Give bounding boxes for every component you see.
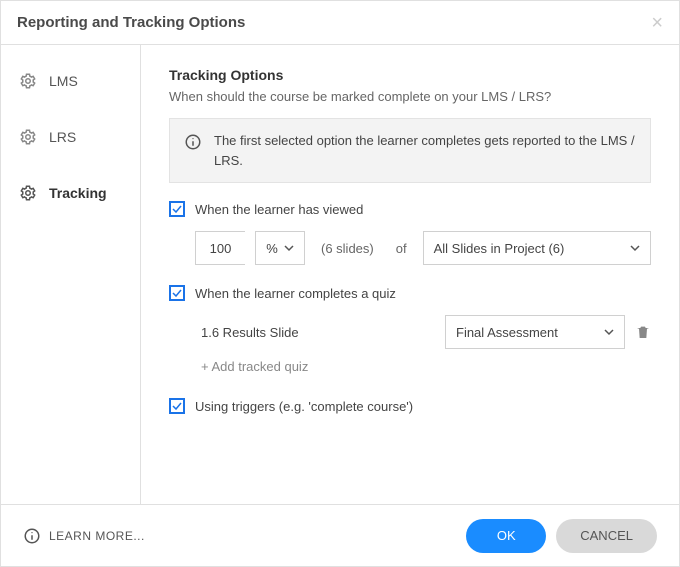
viewed-unit-select[interactable]: %	[255, 231, 305, 265]
option-trigger: Using triggers (e.g. 'complete course')	[169, 398, 651, 414]
viewed-unit-label: %	[266, 241, 278, 256]
section-heading: Tracking Options	[169, 67, 651, 83]
info-box: The first selected option the learner co…	[169, 118, 651, 183]
trash-icon[interactable]	[635, 324, 651, 340]
checkbox-quiz[interactable]	[169, 285, 185, 301]
option-viewed: When the learner has viewed	[169, 201, 651, 217]
sidebar-item-label: LMS	[49, 73, 78, 89]
gear-icon	[19, 184, 37, 202]
info-text: The first selected option the learner co…	[214, 131, 636, 170]
option-trigger-label: Using triggers (e.g. 'complete course')	[195, 399, 413, 414]
close-icon[interactable]: ×	[651, 13, 663, 33]
viewed-of-label: of	[396, 241, 407, 256]
cancel-button[interactable]: CANCEL	[556, 519, 657, 553]
chevron-down-icon	[604, 327, 614, 337]
option-quiz: When the learner completes a quiz	[169, 285, 651, 301]
learn-more-label: LEARN MORE...	[49, 529, 145, 543]
option-viewed-controls: % (6 slides) of All Slides in Project (6…	[169, 231, 651, 265]
dialog: Reporting and Tracking Options × LMS LRS	[0, 0, 680, 567]
sidebar-item-label: LRS	[49, 129, 76, 145]
gear-icon	[19, 128, 37, 146]
add-tracked-quiz[interactable]: + Add tracked quiz	[169, 359, 651, 374]
main-panel: Tracking Options When should the course …	[141, 45, 679, 504]
quiz-select-label: Final Assessment	[456, 325, 558, 340]
viewed-scope-label: All Slides in Project (6)	[434, 241, 565, 256]
footer: LEARN MORE... OK CANCEL	[1, 504, 679, 566]
viewed-count-note: (6 slides)	[321, 241, 374, 256]
quiz-title: 1.6 Results Slide	[201, 325, 435, 340]
info-icon	[184, 133, 202, 151]
chevron-down-icon	[630, 243, 640, 253]
gear-icon	[19, 72, 37, 90]
option-viewed-label: When the learner has viewed	[195, 202, 363, 217]
sidebar-item-tracking[interactable]: Tracking	[1, 165, 140, 221]
sidebar: LMS LRS Tracking	[1, 45, 141, 504]
ok-button[interactable]: OK	[466, 519, 546, 553]
viewed-value[interactable]	[196, 240, 245, 257]
footer-buttons: OK CANCEL	[466, 519, 657, 553]
option-quiz-label: When the learner completes a quiz	[195, 286, 396, 301]
checkbox-viewed[interactable]	[169, 201, 185, 217]
sidebar-item-label: Tracking	[49, 185, 107, 201]
dialog-body: LMS LRS Tracking Tracking Options When s…	[1, 45, 679, 504]
chevron-down-icon	[284, 243, 294, 253]
info-icon	[23, 527, 41, 545]
viewed-value-input[interactable]	[195, 231, 245, 265]
add-quiz-label: + Add tracked quiz	[201, 359, 308, 374]
section-subtext: When should the course be marked complet…	[169, 89, 651, 104]
checkbox-trigger[interactable]	[169, 398, 185, 414]
titlebar: Reporting and Tracking Options ×	[1, 1, 679, 45]
sidebar-item-lrs[interactable]: LRS	[1, 109, 140, 165]
learn-more-link[interactable]: LEARN MORE...	[23, 527, 145, 545]
quiz-select[interactable]: Final Assessment	[445, 315, 625, 349]
viewed-scope-select[interactable]: All Slides in Project (6)	[423, 231, 651, 265]
quiz-row: 1.6 Results Slide Final Assessment	[169, 315, 651, 349]
sidebar-item-lms[interactable]: LMS	[1, 53, 140, 109]
dialog-title: Reporting and Tracking Options	[17, 14, 245, 31]
